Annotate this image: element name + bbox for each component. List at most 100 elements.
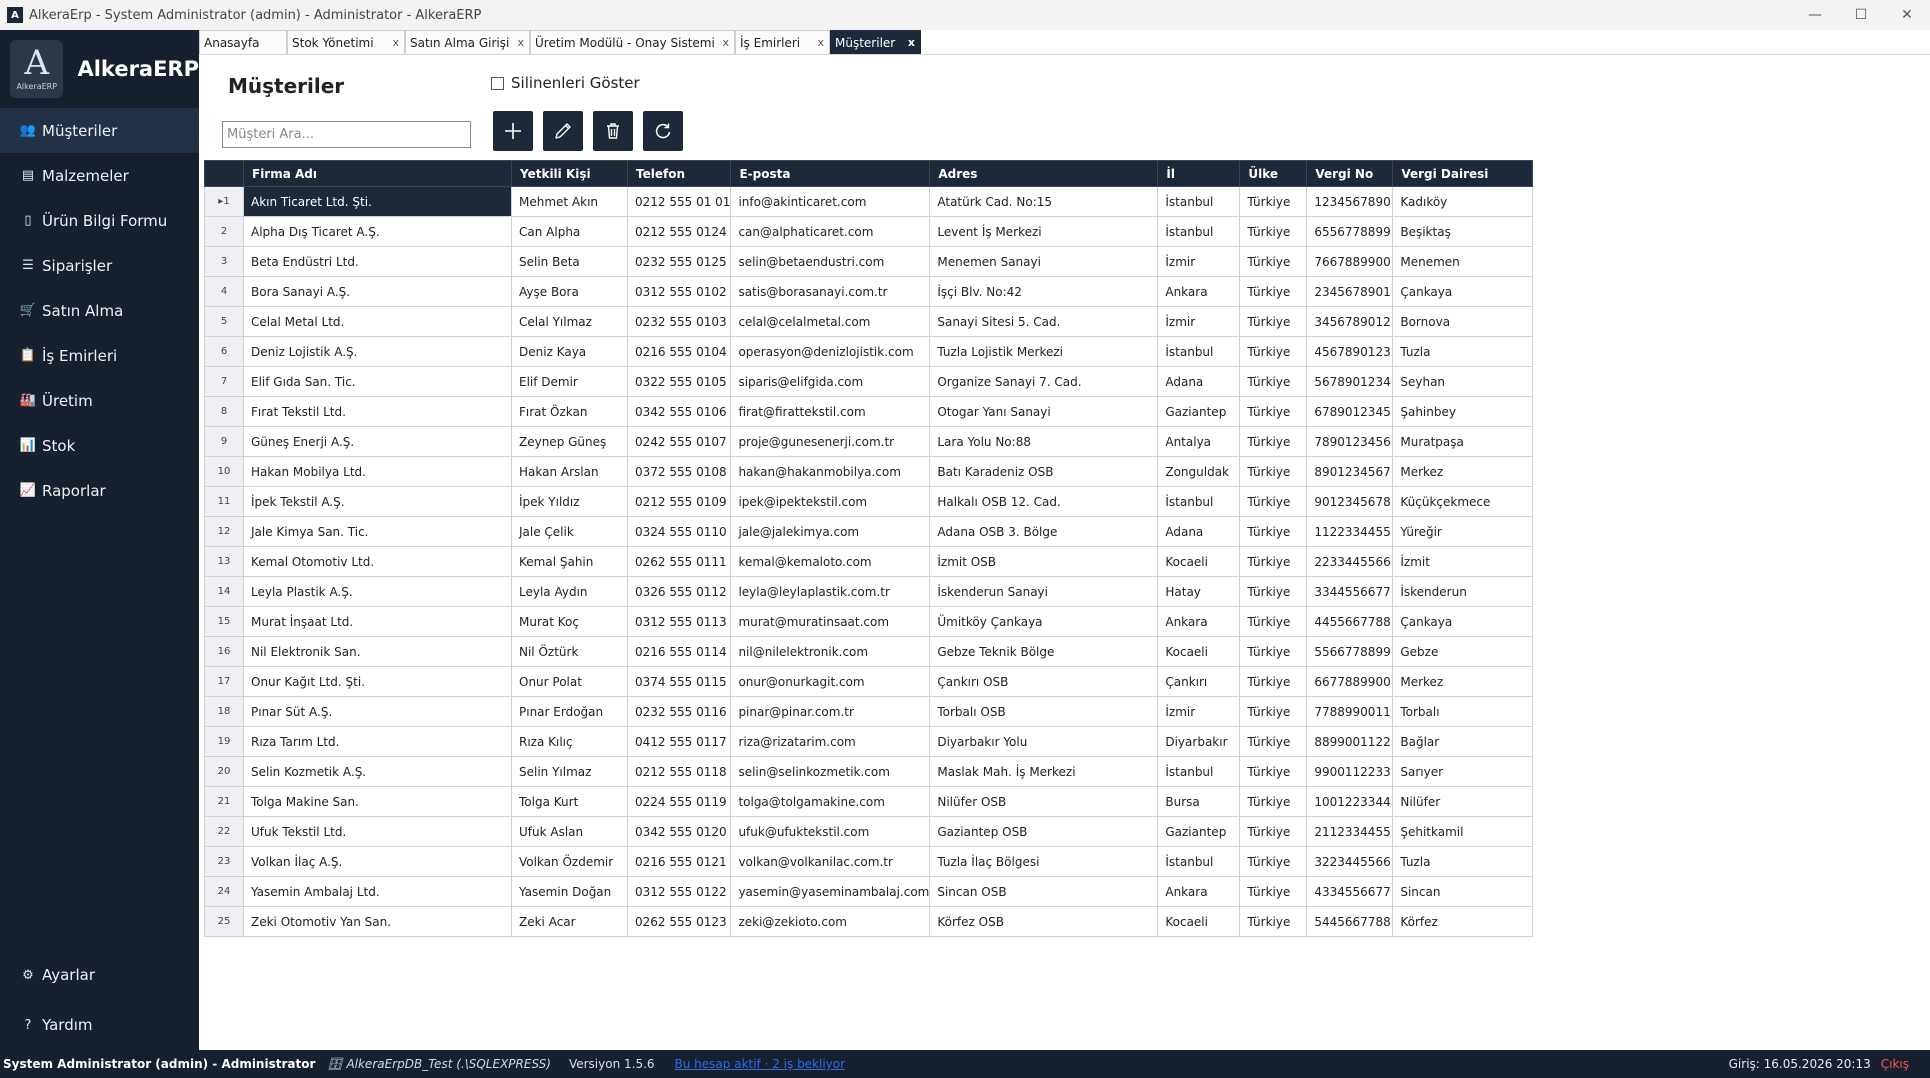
grid-cell[interactable]: Kemal Şahin: [511, 546, 628, 577]
grid-cell[interactable]: Çankırı: [1157, 666, 1241, 697]
status-link[interactable]: Bu hesap aktif · 2 iş bekliyor: [675, 1057, 846, 1071]
grid-cell[interactable]: Onur Kağıt Ltd. Şti.: [243, 666, 512, 697]
grid-cell[interactable]: Ufuk Tekstil Ltd.: [243, 816, 512, 847]
grid-cell[interactable]: Türkiye: [1239, 636, 1308, 667]
sidebar-item-1[interactable]: 👥 Müşteriler: [0, 108, 199, 153]
grid-cell[interactable]: İskenderun Sanayi: [929, 576, 1159, 607]
grid-cell[interactable]: volkan@volkanilac.com.tr: [730, 846, 931, 877]
grid-cell[interactable]: yasemin@yaseminambalaj.com: [730, 876, 931, 907]
grid-cell[interactable]: Sincan OSB: [929, 876, 1159, 907]
grid-cell[interactable]: Türkiye: [1239, 726, 1308, 757]
table-row[interactable]: 4 Bora Sanayi A.Ş. Ayşe Bora 0312 555 0102 s…: [204, 276, 1534, 307]
add-button[interactable]: [493, 111, 533, 151]
grid-cell[interactable]: 0232 555 0116: [626, 696, 732, 727]
grid-cell[interactable]: Murat İnşaat Ltd.: [243, 606, 512, 637]
grid-cell[interactable]: Türkiye: [1239, 786, 1308, 817]
table-row[interactable]: 23 Volkan İlaç A.Ş. Volkan Özdemir 0216 555…: [204, 846, 1534, 877]
grid-cell[interactable]: Ufuk Aslan: [511, 816, 628, 847]
sidebar-bottom-item-2[interactable]: ? Yardım: [0, 1000, 199, 1050]
tab-close-icon[interactable]: x: [392, 36, 399, 49]
table-row[interactable]: 24 Yasemin Ambalaj Ltd. Yasemin Doğan 0312 …: [204, 876, 1534, 907]
grid-cell[interactable]: Lara Yolu No:88: [929, 426, 1159, 457]
grid-cell[interactable]: Kocaeli: [1157, 906, 1241, 937]
sidebar-item-3[interactable]: ▯ Ürün Bilgi Formu: [0, 198, 199, 243]
sidebar-item-9[interactable]: 📈 Raporlar: [0, 468, 199, 513]
grid-cell[interactable]: Güneş Enerji A.Ş.: [243, 426, 512, 457]
grid-cell[interactable]: Fırat Tekstil Ltd.: [243, 396, 512, 427]
minimize-button[interactable]: —: [1792, 0, 1838, 30]
grid-cell[interactable]: Ankara: [1157, 606, 1241, 637]
grid-cell[interactable]: 0216 555 0104: [626, 336, 732, 367]
grid-cell[interactable]: Gebze: [1392, 636, 1534, 667]
grid-cell[interactable]: info@akinticaret.com: [730, 186, 931, 217]
grid-cell[interactable]: 0212 555 0118: [626, 756, 732, 787]
tab-2[interactable]: Stok Yönetimi x: [287, 30, 405, 54]
grid-cell[interactable]: Antalya: [1157, 426, 1241, 457]
grid-cell[interactable]: 7667889900: [1306, 246, 1394, 277]
table-row[interactable]: 21 Tolga Makine San. Tolga Kurt 0224 555 01…: [204, 786, 1534, 817]
grid-cell[interactable]: 0212 555 0109: [626, 486, 732, 517]
grid-cell[interactable]: Jale Kimya San. Tic.: [243, 516, 512, 547]
grid-cell[interactable]: 4455667788: [1306, 606, 1394, 637]
grid-cell[interactable]: 3344556677: [1306, 576, 1394, 607]
grid-cell[interactable]: 0242 555 0107: [626, 426, 732, 457]
grid-cell[interactable]: 6789012345: [1306, 396, 1394, 427]
grid-cell[interactable]: Körfez: [1392, 906, 1534, 937]
table-row[interactable]: 9 Güneş Enerji A.Ş. Zeynep Güneş 0242 555 0…: [204, 426, 1534, 457]
delete-button[interactable]: [593, 111, 633, 151]
grid-cell[interactable]: Zonguldak: [1157, 456, 1241, 487]
grid-cell[interactable]: İzmir: [1157, 306, 1241, 337]
grid-cell[interactable]: 0262 555 0111: [626, 546, 732, 577]
grid-cell[interactable]: İstanbul: [1157, 186, 1241, 217]
grid-cell[interactable]: Türkiye: [1239, 456, 1308, 487]
grid-cell[interactable]: Rıza Tarım Ltd.: [243, 726, 512, 757]
grid-cell[interactable]: Celal Metal Ltd.: [243, 306, 512, 337]
grid-cell[interactable]: leyla@leylaplastik.com.tr: [730, 576, 931, 607]
grid-cell[interactable]: Muratpaşa: [1392, 426, 1534, 457]
grid-cell[interactable]: Merkez: [1392, 666, 1534, 697]
grid-cell[interactable]: Bora Sanayi A.Ş.: [243, 276, 512, 307]
grid-cell[interactable]: Selin Yılmaz: [511, 756, 628, 787]
grid-cell[interactable]: Selin Kozmetik A.Ş.: [243, 756, 512, 787]
grid-cell[interactable]: 9900112233: [1306, 756, 1394, 787]
grid-cell[interactable]: 0372 555 0108: [626, 456, 732, 487]
grid-cell[interactable]: Elif Demir: [511, 366, 628, 397]
grid-cell[interactable]: Zeki Otomotiv Yan San.: [243, 906, 512, 937]
grid-cell[interactable]: Türkiye: [1239, 546, 1308, 577]
grid-cell[interactable]: Tuzla Lojistik Merkezi: [929, 336, 1159, 367]
grid-cell[interactable]: Adana OSB 3. Bölge: [929, 516, 1159, 547]
grid-cell[interactable]: Gaziantep OSB: [929, 816, 1159, 847]
tab-3[interactable]: Satın Alma Girişi x: [405, 30, 530, 54]
grid-cell[interactable]: Batı Karadeniz OSB: [929, 456, 1159, 487]
grid-cell[interactable]: Selin Beta: [511, 246, 628, 277]
grid-cell[interactable]: selin@selinkozmetik.com: [730, 756, 931, 787]
grid-cell[interactable]: 9012345678: [1306, 486, 1394, 517]
column-header[interactable]: Firma Adı: [243, 160, 512, 187]
grid-cell[interactable]: Türkiye: [1239, 306, 1308, 337]
grid-cell[interactable]: Torbalı OSB: [929, 696, 1159, 727]
grid-cell[interactable]: Fırat Özkan: [511, 396, 628, 427]
grid-cell[interactable]: tolga@tolgamakine.com: [730, 786, 931, 817]
grid-cell[interactable]: Yüreğir: [1392, 516, 1534, 547]
grid-cell[interactable]: Menemen: [1392, 246, 1534, 277]
sidebar-bottom-item-1[interactable]: ⚙ Ayarlar: [0, 950, 199, 1000]
grid-cell[interactable]: Gebze Teknik Bölge: [929, 636, 1159, 667]
grid-cell[interactable]: Türkiye: [1239, 246, 1308, 277]
grid-cell[interactable]: Sanayi Sitesi 5. Cad.: [929, 306, 1159, 337]
grid-cell[interactable]: proje@gunesenerji.com.tr: [730, 426, 931, 457]
grid-cell[interactable]: zeki@zekioto.com: [730, 906, 931, 937]
grid-cell[interactable]: satis@borasanayi.com.tr: [730, 276, 931, 307]
grid-cell[interactable]: Deniz Lojistik A.Ş.: [243, 336, 512, 367]
grid-cell[interactable]: Levent İş Merkezi: [929, 216, 1159, 247]
grid-cell[interactable]: Tolga Makine San.: [243, 786, 512, 817]
grid-cell[interactable]: Ankara: [1157, 276, 1241, 307]
grid-cell[interactable]: Türkiye: [1239, 846, 1308, 877]
grid-cell[interactable]: İzmit OSB: [929, 546, 1159, 577]
grid-cell[interactable]: 3456789012: [1306, 306, 1394, 337]
grid-cell[interactable]: pinar@pinar.com.tr: [730, 696, 931, 727]
grid-cell[interactable]: 4567890123: [1306, 336, 1394, 367]
grid-cell[interactable]: Türkiye: [1239, 426, 1308, 457]
grid-cell[interactable]: Türkiye: [1239, 336, 1308, 367]
grid-cell[interactable]: 0324 555 0110: [626, 516, 732, 547]
grid-cell[interactable]: 0216 555 0114: [626, 636, 732, 667]
